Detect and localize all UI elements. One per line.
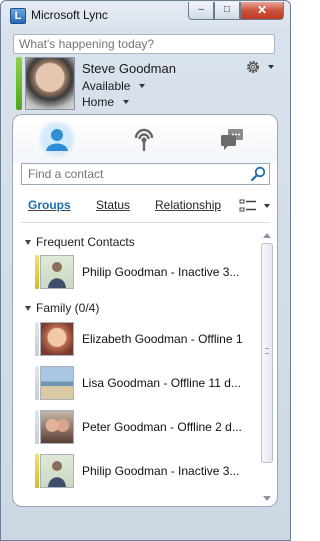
window-controls: – □ ✕ <box>188 2 284 20</box>
display-options-button[interactable] <box>239 198 270 214</box>
contacts-icon <box>46 129 68 151</box>
person-photo-icon <box>40 454 74 488</box>
lync-window: L Microsoft Lync – □ ✕ Steve Goodman Ava… <box>0 0 291 541</box>
presence-bar-offline <box>35 366 39 400</box>
presence-bar-offline <box>35 322 39 356</box>
group-header-frequent-contacts[interactable]: Frequent Contacts <box>25 235 135 249</box>
status-dropdown[interactable]: Available <box>82 79 146 93</box>
grip-icon <box>265 348 269 354</box>
status-label: Available <box>82 79 131 93</box>
tab-status[interactable]: Status <box>96 198 130 212</box>
main-tabs <box>13 115 277 163</box>
tab-activity-feed[interactable] <box>126 121 162 157</box>
presence-bar-inactive <box>35 454 39 488</box>
close-button[interactable]: ✕ <box>240 2 284 20</box>
contact-item[interactable]: Elizabeth Goodman - Offline 1 <box>35 320 259 358</box>
couple-photo-icon <box>40 410 74 444</box>
chevron-down-icon <box>264 204 270 208</box>
contact-item[interactable]: Peter Goodman - Offline 2 d... <box>35 408 259 446</box>
divider <box>21 222 270 223</box>
conversations-icon <box>221 129 243 150</box>
presence-bar-inactive <box>35 255 39 289</box>
person-photo-icon <box>40 255 74 289</box>
list-view-icon <box>239 199 256 212</box>
chevron-down-icon <box>123 100 130 104</box>
activity-feed-icon <box>134 128 154 151</box>
user-name: Steve Goodman <box>82 61 176 76</box>
contact-name: Philip Goodman - Inactive 3... <box>82 464 240 478</box>
contact-name: Lisa Goodman - Offline 11 d... <box>82 376 241 390</box>
group-header-family[interactable]: Family (0/4) <box>25 301 99 315</box>
search-icon[interactable] <box>250 166 266 182</box>
contact-list: Frequent Contacts Philip Goodman - Inact… <box>13 231 259 503</box>
tab-relationship[interactable]: Relationship <box>155 198 221 212</box>
lync-app-icon: L <box>10 8 26 24</box>
view-tabs: Groups Status Relationship <box>13 193 277 215</box>
scroll-up-icon[interactable] <box>263 233 271 238</box>
maximize-button[interactable]: □ <box>214 2 240 20</box>
beach-photo-icon <box>40 366 74 400</box>
presence-indicator <box>16 57 22 110</box>
tab-conversations[interactable] <box>214 121 250 157</box>
personal-note-input[interactable] <box>13 34 275 54</box>
chevron-down-icon <box>268 65 274 69</box>
options-button[interactable] <box>245 59 274 75</box>
contact-name: Elizabeth Goodman - Offline 1 <box>82 332 243 346</box>
presence-bar-offline <box>35 410 39 444</box>
window-title: Microsoft Lync <box>31 8 108 22</box>
search-input[interactable] <box>21 163 270 185</box>
child-photo-icon <box>40 322 74 356</box>
avatar[interactable] <box>25 57 75 110</box>
location-label: Home <box>82 95 115 109</box>
group-title: Frequent Contacts <box>36 235 135 249</box>
collapse-triangle-icon <box>25 305 31 311</box>
scroll-down-icon[interactable] <box>263 496 271 501</box>
location-dropdown[interactable]: Home <box>82 95 130 109</box>
group-title: Family (0/4) <box>36 301 100 315</box>
chevron-down-icon <box>139 84 146 88</box>
scrollbar[interactable] <box>260 231 274 503</box>
contact-item[interactable]: Philip Goodman - Inactive 3... <box>35 452 259 490</box>
contacts-panel: Groups Status Relationship Frequent Cont… <box>12 114 278 507</box>
minimize-button[interactable]: – <box>188 2 214 20</box>
tab-contacts[interactable] <box>39 121 75 157</box>
contact-item[interactable]: Lisa Goodman - Offline 11 d... <box>35 364 259 402</box>
gear-icon <box>247 61 259 73</box>
contact-name: Peter Goodman - Offline 2 d... <box>82 420 242 434</box>
title-bar[interactable]: L Microsoft Lync – □ ✕ <box>1 1 290 31</box>
scrollbar-thumb[interactable] <box>261 243 273 463</box>
contact-item[interactable]: Philip Goodman - Inactive 3... <box>35 253 259 291</box>
tab-groups[interactable]: Groups <box>28 198 71 212</box>
contact-name: Philip Goodman - Inactive 3... <box>82 265 240 279</box>
collapse-triangle-icon <box>25 239 31 245</box>
